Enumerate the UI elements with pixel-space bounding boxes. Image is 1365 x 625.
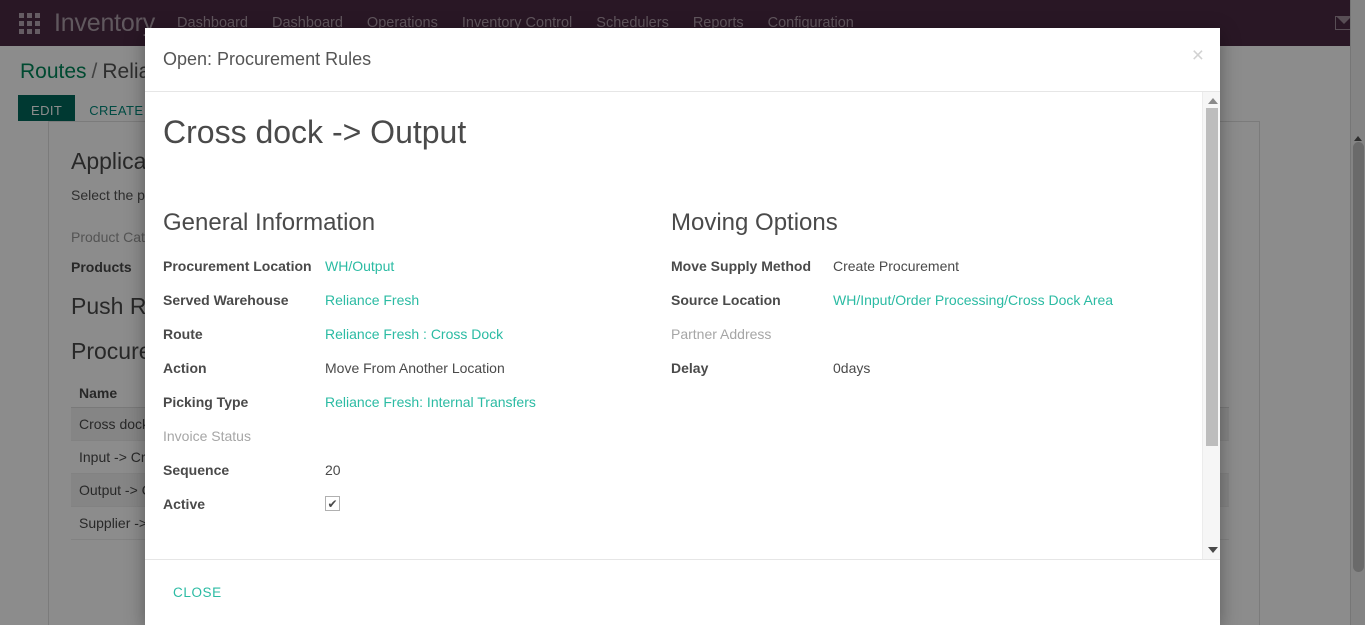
move-supply-method-value: Create Procurement <box>833 258 960 274</box>
invoice-status-label: Invoice Status <box>163 428 251 444</box>
field-sequence: Sequence 20 <box>163 462 671 482</box>
screen: Inventory Dashboard Dashboard Operations… <box>0 0 1365 625</box>
sequence-value: 20 <box>325 462 341 478</box>
procurement-rule-dialog: Open: Procurement Rules × Cross dock -> … <box>145 28 1220 625</box>
dialog-footer: CLOSE <box>145 559 1220 625</box>
delay-value: 0days <box>833 360 871 376</box>
picking-type-value[interactable]: Reliance Fresh: Internal Transfers <box>325 394 536 410</box>
procurement-location-label: Procurement Location <box>163 258 312 274</box>
field-active: Active ✔ <box>163 496 671 516</box>
general-information-group: General Information Procurement Location… <box>163 209 671 530</box>
field-partner-address: Partner Address <box>671 326 1171 346</box>
form-columns: General Information Procurement Location… <box>163 209 1202 530</box>
field-picking-type: Picking Type Reliance Fresh: Internal Tr… <box>163 394 671 414</box>
record-title: Cross dock -> Output <box>163 114 467 150</box>
dialog-header: Open: Procurement Rules × <box>145 28 1220 92</box>
picking-type-label: Picking Type <box>163 394 249 410</box>
field-route: Route Reliance Fresh : Cross Dock <box>163 326 671 346</box>
moving-options-title: Moving Options <box>671 209 838 236</box>
action-label: Action <box>163 360 207 376</box>
delay-label: Delay <box>671 360 709 376</box>
move-supply-method-label: Move Supply Method <box>671 258 811 274</box>
action-value: Move From Another Location <box>325 360 505 376</box>
dialog-scrollbar[interactable] <box>1202 92 1220 559</box>
field-invoice-status: Invoice Status <box>163 428 671 448</box>
served-warehouse-label: Served Warehouse <box>163 292 289 308</box>
procurement-location-value[interactable]: WH/Output <box>325 258 394 274</box>
dialog-scroll-content: Cross dock -> Output General Information… <box>145 92 1202 559</box>
source-location-label: Source Location <box>671 292 781 308</box>
moving-options-group: Moving Options Move Supply Method Create… <box>671 209 1171 530</box>
scroll-down-arrow-icon[interactable] <box>1208 547 1218 553</box>
served-warehouse-value[interactable]: Reliance Fresh <box>325 292 419 308</box>
route-label: Route <box>163 326 203 342</box>
sequence-label: Sequence <box>163 462 230 478</box>
field-procurement-location: Procurement Location WH/Output <box>163 258 671 278</box>
dialog-body: Cross dock -> Output General Information… <box>145 92 1220 559</box>
scroll-up-arrow-icon[interactable] <box>1208 98 1218 104</box>
close-button[interactable]: CLOSE <box>163 577 232 608</box>
partner-address-label: Partner Address <box>671 326 772 342</box>
active-label: Active <box>163 496 206 512</box>
field-move-supply-method: Move Supply Method Create Procurement <box>671 258 1171 278</box>
field-action: Action Move From Another Location <box>163 360 671 380</box>
general-information-title: General Information <box>163 209 376 236</box>
field-delay: Delay 0days <box>671 360 1171 380</box>
close-icon[interactable]: × <box>1192 45 1204 66</box>
field-served-warehouse: Served Warehouse Reliance Fresh <box>163 292 671 312</box>
field-source-location: Source Location WH/Input/Order Processin… <box>671 292 1171 312</box>
active-checkbox[interactable]: ✔ <box>325 496 340 511</box>
dialog-scrollbar-thumb[interactable] <box>1206 108 1218 446</box>
dialog-title: Open: Procurement Rules <box>163 49 372 69</box>
route-value[interactable]: Reliance Fresh : Cross Dock <box>325 326 503 342</box>
source-location-value[interactable]: WH/Input/Order Processing/Cross Dock Are… <box>833 292 1113 308</box>
